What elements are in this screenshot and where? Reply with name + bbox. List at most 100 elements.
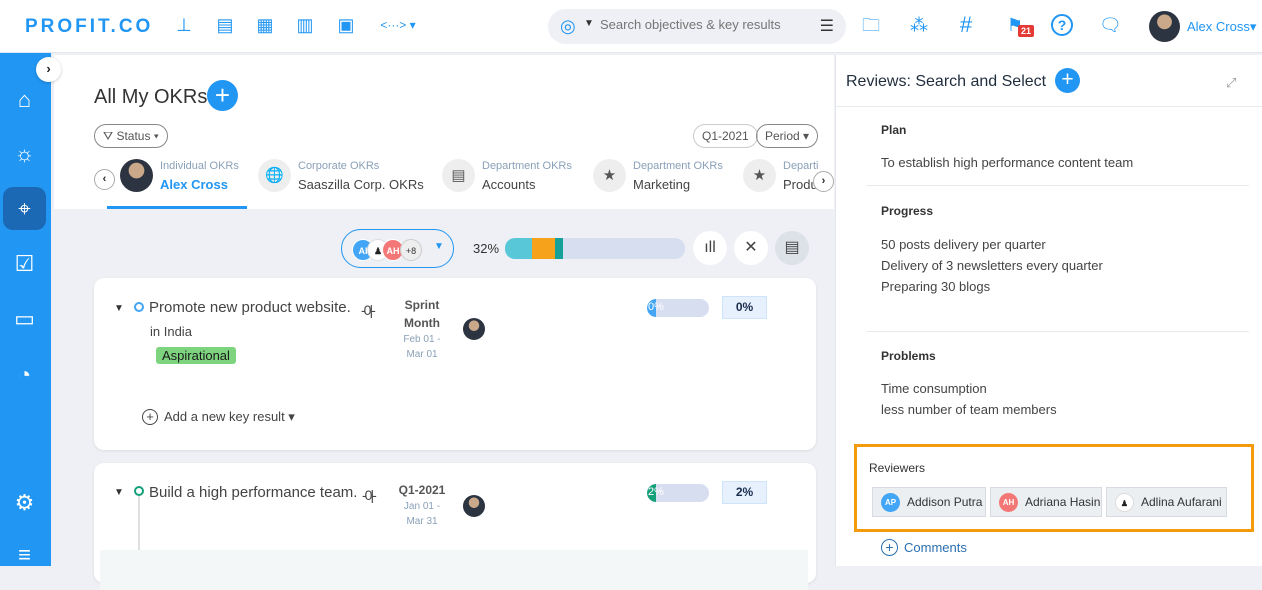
search-input[interactable] xyxy=(600,17,810,32)
sidebar-item-home[interactable]: ⌂ xyxy=(3,78,46,121)
problems-text: Time consumption xyxy=(881,381,987,396)
objective-title[interactable]: Promote new product website. xyxy=(149,299,351,316)
chat-icon[interactable]: 🗨 xyxy=(1099,14,1122,36)
lightbulb-icon: ☼ xyxy=(14,141,35,166)
objective-period: Q1-2021 Jan 01 - Mar 31 xyxy=(392,481,452,529)
filter-icon[interactable]: ☰ xyxy=(820,16,834,36)
expand-caret-icon[interactable]: ▼ xyxy=(114,487,124,498)
chevron-right-icon: › xyxy=(821,175,826,187)
report-icon[interactable]: ▣ xyxy=(335,14,357,36)
notification-badge: 21 xyxy=(1018,25,1035,37)
sidebar-item-okrs[interactable]: ⌖ xyxy=(3,187,46,230)
sidebar-item-settings[interactable]: ⚙ xyxy=(3,481,46,524)
avatar: AP xyxy=(881,493,900,512)
profit-co-logo[interactable]: PROFIT.CO xyxy=(25,16,153,38)
weight-icon[interactable]: -0|- xyxy=(361,302,376,318)
table-icon[interactable]: ▥ xyxy=(294,14,316,36)
progress-text: Preparing 30 blogs xyxy=(881,279,991,294)
team-filter-dropdown[interactable]: AI ♟ AH +8 ▼ xyxy=(341,229,454,268)
add-comments-button[interactable]: + Comments xyxy=(881,539,967,556)
period-value[interactable]: Q1-2021 xyxy=(693,124,758,148)
reviewer-chip[interactable]: AH Adriana Hasin xyxy=(990,487,1102,517)
progress-text: 50 posts delivery per quarter xyxy=(881,237,1046,252)
progress-percent-box[interactable]: 0% xyxy=(722,296,767,319)
weight-icon[interactable]: -0|- xyxy=(362,487,377,503)
tab-individual-okrs[interactable]: Individual OKRs Alex Cross xyxy=(120,155,255,209)
period-end: Mar 31 xyxy=(406,516,438,527)
reviewer-chip[interactable]: ♟ Adlina Aufarani xyxy=(1106,487,1227,517)
reviewer-chip[interactable]: AP Addison Putra xyxy=(872,487,986,517)
tabs-prev-button[interactable]: ‹ xyxy=(94,169,115,190)
owner-avatar[interactable] xyxy=(463,495,485,517)
help-icon[interactable]: ? xyxy=(1051,14,1073,36)
list-icon: ▤ xyxy=(442,159,475,192)
expand-icon[interactable]: ⤢ xyxy=(1226,75,1236,91)
analytics-button[interactable]: ıll xyxy=(693,231,727,265)
review-panel-title: Reviews: Search and Select xyxy=(846,73,1047,90)
target-icon[interactable]: ◎ xyxy=(560,16,576,37)
period-end: Mar 01 xyxy=(406,349,438,360)
add-okr-button[interactable]: + xyxy=(207,80,238,111)
problems-label: Problems xyxy=(881,349,936,363)
align-icon[interactable]: ⊥ xyxy=(173,14,195,36)
overall-progress-label: 32% xyxy=(473,241,500,256)
divider xyxy=(866,331,1249,332)
folder-search-icon[interactable]: 🗀 xyxy=(860,14,882,36)
chevron-down-icon: ▼ xyxy=(434,241,444,252)
star-icon: ★ xyxy=(743,159,776,192)
sidebar-item-feedback[interactable]: ▭ xyxy=(3,297,46,340)
tab-department-marketing[interactable]: ★ Department OKRs Marketing xyxy=(593,155,733,209)
review-panel: Reviews: Search and Select + ⤢ Plan To e… xyxy=(835,55,1262,566)
tabs-next-button[interactable]: › xyxy=(813,171,834,192)
top-bar: PROFIT.CO ⊥ ▤ ▦ ▥ ▣ <···> ▾ ◎ ▼ ☰ 🗀 ⁂ # … xyxy=(0,0,1262,53)
hashtag-icon[interactable]: # xyxy=(955,14,977,36)
tab-label: Marketing xyxy=(633,177,691,192)
progress-percent-box[interactable]: 2% xyxy=(722,481,767,504)
expand-caret-icon[interactable]: ▼ xyxy=(114,303,124,314)
user-avatar[interactable] xyxy=(1149,11,1180,42)
sliders-icon: ≡ xyxy=(18,542,31,567)
aspirational-tag: Aspirational xyxy=(156,347,236,364)
period-name: Sprint xyxy=(404,298,440,312)
sidebar-item-filters[interactable]: ≡ xyxy=(3,533,46,576)
status-filter[interactable]: ⛛ Status ▾ xyxy=(94,124,168,148)
gear-icon: ⚙ xyxy=(14,490,35,515)
reviewer-name: Adriana Hasin xyxy=(1025,495,1101,509)
add-key-result-button[interactable]: + Add a new key result ▾ xyxy=(142,409,295,425)
chevron-down-icon[interactable]: ▼ xyxy=(584,18,594,29)
tab-corporate-okrs[interactable]: 🌐 Corporate OKRs Saaszilla Corp. OKRs xyxy=(258,155,438,209)
grid-icon[interactable]: ▦ xyxy=(254,14,276,36)
key-results-area xyxy=(100,550,808,590)
collapse-all-button[interactable]: ✕ xyxy=(734,231,768,265)
objective-progress-bar: 0% xyxy=(647,299,709,317)
objective-title[interactable]: Build a high performance team. xyxy=(149,484,357,501)
tab-sub-label: Individual OKRs xyxy=(160,160,239,172)
sidebar-item-dashboard[interactable]: ◔ xyxy=(3,353,46,396)
more-icon[interactable]: <···> ▾ xyxy=(378,14,418,36)
add-review-button[interactable]: + xyxy=(1055,68,1080,93)
sidebar-expand-button[interactable]: › xyxy=(36,57,61,82)
user-name: Alex Cross xyxy=(1187,19,1250,34)
tab-department-product[interactable]: ★ Departi Produ xyxy=(743,155,823,209)
objective-subtitle: in India xyxy=(150,324,192,339)
tab-label: Accounts xyxy=(482,177,536,192)
comments-view-button[interactable]: ▤ xyxy=(775,231,809,265)
avatar: ♟ xyxy=(1115,493,1134,512)
star-icon: ★ xyxy=(593,159,626,192)
plus-icon: + xyxy=(214,80,231,110)
tab-department-accounts[interactable]: ▤ Department OKRs Accounts xyxy=(442,155,582,209)
reviewer-name: Adlina Aufarani xyxy=(1141,495,1222,509)
chevron-left-icon: ‹ xyxy=(102,173,107,185)
comments-label: Comments xyxy=(904,540,967,555)
hierarchy-icon[interactable]: ⁂ xyxy=(908,14,930,36)
owner-avatar[interactable] xyxy=(463,318,485,340)
sidebar-item-ideas[interactable]: ☼ xyxy=(3,132,46,175)
more-caret: ▾ xyxy=(409,18,416,32)
document-icon[interactable]: ▤ xyxy=(214,14,236,36)
reviewer-name: Addison Putra xyxy=(907,495,983,509)
user-menu[interactable]: Alex Cross▾ xyxy=(1187,19,1256,35)
period-name: Month xyxy=(404,316,440,330)
period-dropdown[interactable]: Period ▾ xyxy=(756,124,819,148)
chevron-right-icon: › xyxy=(46,61,51,76)
sidebar-item-tasks[interactable]: ☑ xyxy=(3,242,46,285)
